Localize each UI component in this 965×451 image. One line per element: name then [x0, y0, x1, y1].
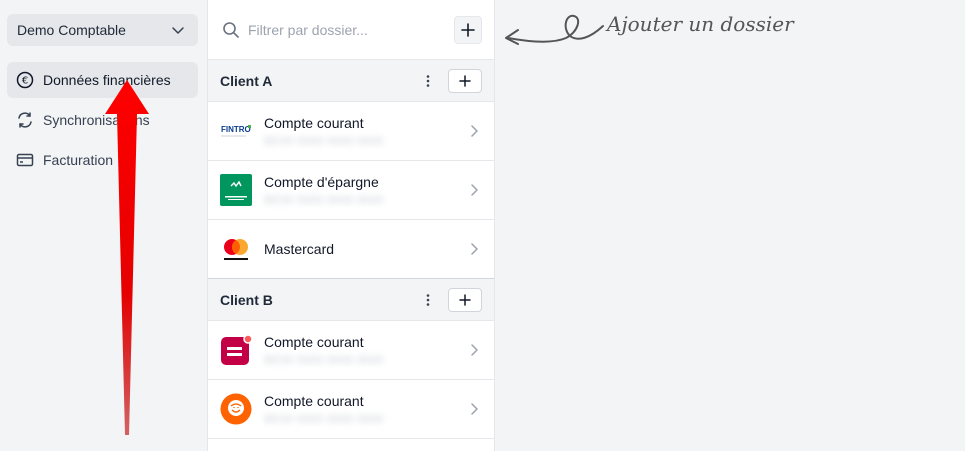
red-arrow-annotation [105, 80, 149, 435]
chevron-right-icon [471, 243, 478, 255]
account-row[interactable]: Compte courant BE00 0000 0000 0000 [208, 380, 494, 439]
account-name: Compte d'épargne [264, 173, 379, 190]
add-account-button[interactable] [448, 287, 482, 312]
search-bar [208, 0, 494, 60]
group-title: Client A [220, 72, 273, 89]
chevron-right-icon [471, 125, 478, 137]
account-number: BE00 0000 0000 0000 [264, 352, 384, 367]
search-icon [223, 21, 239, 38]
search-input[interactable] [248, 21, 454, 38]
group-header-client-a: Client A [208, 60, 494, 102]
chevron-right-icon [471, 184, 478, 196]
plus-icon [459, 293, 471, 306]
ing-lion-logo [220, 393, 252, 425]
account-row[interactable]: Compte courant BE00 0000 0000 0000 [208, 321, 494, 380]
account-number: BE00 0000 0000 0000 [264, 411, 384, 426]
more-options-icon[interactable] [418, 290, 438, 310]
account-number: BE00 0000 0000 0000 [264, 192, 384, 207]
account-name: Compte courant [264, 333, 364, 350]
folders-panel: Client A FINTRO Compte courant BE00 0000… [207, 0, 495, 451]
sync-icon [15, 110, 35, 130]
annotation-curly-arrow [505, 14, 604, 45]
chevron-right-icon [471, 403, 478, 415]
credit-card-icon [15, 150, 35, 170]
group-header-client-b: Client B [208, 279, 494, 321]
organization-select[interactable]: Demo Comptable [7, 14, 198, 46]
svg-text:€: € [22, 76, 28, 87]
annotation-text: Ajouter un dossier [607, 12, 794, 36]
group-title: Client B [220, 291, 273, 308]
svg-text:FINTRO: FINTRO [221, 125, 251, 134]
bnp-paribas-fortis-logo [220, 174, 252, 206]
account-row[interactable]: Compte d'épargne BE00 0000 0000 0000 [208, 161, 494, 220]
more-options-icon[interactable] [418, 71, 438, 91]
fintro-logo: FINTRO [220, 115, 252, 147]
account-row[interactable]: Mastercard [208, 220, 494, 279]
plus-icon [459, 74, 471, 87]
belfius-logo [220, 334, 252, 366]
account-number: BE00 0000 0000 0000 [264, 133, 384, 148]
account-name: Mastercard [264, 241, 335, 257]
chevron-right-icon [471, 344, 478, 356]
add-account-button[interactable] [448, 68, 482, 93]
account-name: Compte courant [264, 392, 364, 409]
euro-circle-icon: € [15, 70, 35, 90]
chevron-down-icon [172, 27, 184, 34]
add-folder-button[interactable] [454, 15, 482, 44]
organization-name: Demo Comptable [17, 22, 126, 38]
account-row[interactable]: FINTRO Compte courant BE00 0000 0000 000… [208, 102, 494, 161]
account-name: Compte courant [264, 114, 364, 131]
plus-icon [461, 22, 475, 37]
mastercard-logo [220, 233, 252, 265]
